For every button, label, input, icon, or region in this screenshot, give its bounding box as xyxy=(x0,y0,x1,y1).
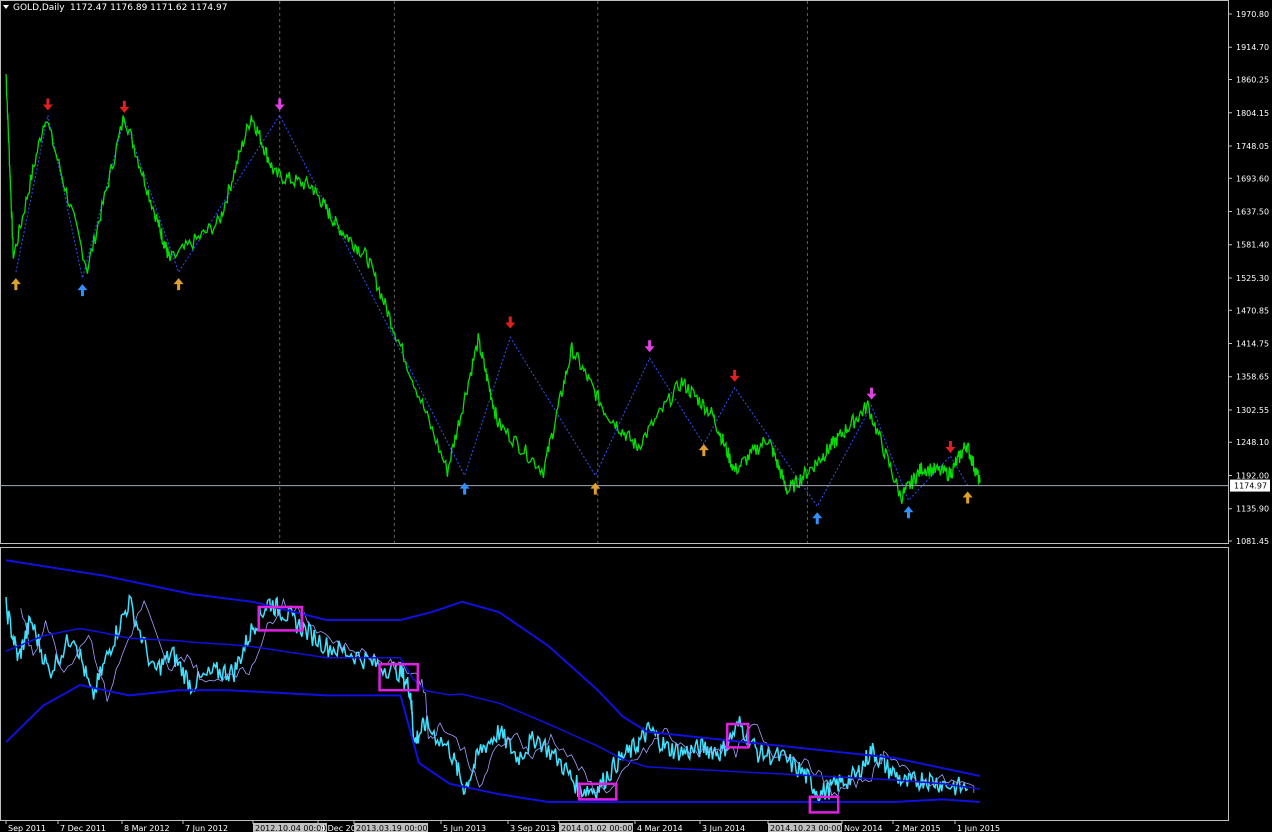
price-tick-label: 1414.75 xyxy=(1236,339,1269,348)
time-tick-label: 7 Dec 2011 xyxy=(60,824,106,832)
time-tick-label: 1 Jun 2015 xyxy=(957,824,1000,832)
price-tick-label: 1135.90 xyxy=(1236,505,1269,514)
time-tick-label: Nov 2014 xyxy=(844,824,883,832)
price-tick-label: 1302.55 xyxy=(1236,406,1269,415)
time-tick-label: 8 Mar 2012 xyxy=(124,824,170,832)
price-tick-label: 1192.00 xyxy=(1236,471,1269,480)
price-tick-label: 1914.70 xyxy=(1236,43,1269,52)
time-tick-label: 4 Mar 2014 xyxy=(637,824,683,832)
current-price-value: 1174.97 xyxy=(1234,482,1267,491)
chart-background xyxy=(0,0,1272,832)
time-tick-label: 3 Sep 2013 xyxy=(510,824,556,832)
chart-root: GOLD,Daily 1172.47 1176.89 1171.62 1174.… xyxy=(0,0,1272,832)
price-tick-label: 1581.40 xyxy=(1236,241,1269,250)
price-tick-label: 1081.45 xyxy=(1236,537,1269,546)
ohlc-values: 1172.47 1176.89 1171.62 1174.97 xyxy=(70,3,227,13)
symbol-label[interactable]: GOLD,Daily xyxy=(13,3,65,13)
time-tick-label: Sep 2011 xyxy=(8,824,46,832)
price-tick-label: 1693.60 xyxy=(1236,174,1269,183)
time-tick-label: 2014.01.02 00:00 xyxy=(561,824,632,832)
current-price-label: 1174.97 xyxy=(1230,479,1270,492)
price-tick-label: 1470.85 xyxy=(1236,306,1269,315)
price-tick-label: 1248.10 xyxy=(1236,438,1269,447)
time-tick-label: 7 Jun 2012 xyxy=(185,824,228,832)
time-tick-label: 2 Mar 2015 xyxy=(895,824,941,832)
time-tick-label: 2014.10.23 00:00 xyxy=(770,824,841,832)
time-tick-label: 5 Jun 2013 xyxy=(443,824,486,832)
price-tick-label: 1637.50 xyxy=(1236,208,1269,217)
price-tick-label: 1748.05 xyxy=(1236,142,1269,151)
price-tick-label: 1860.25 xyxy=(1236,76,1269,85)
time-tick-label: 3 Jun 2014 xyxy=(702,824,745,832)
price-tick-label: 1358.65 xyxy=(1236,373,1269,382)
time-tick-label: 2013.03.19 00:00 xyxy=(356,824,427,832)
price-tick-label: 1525.30 xyxy=(1236,274,1269,283)
price-tick-label: 1804.15 xyxy=(1236,109,1269,118)
time-tick-label: 2012.10.04 00:00 xyxy=(255,824,326,832)
price-tick-label: 1970.80 xyxy=(1236,10,1269,19)
